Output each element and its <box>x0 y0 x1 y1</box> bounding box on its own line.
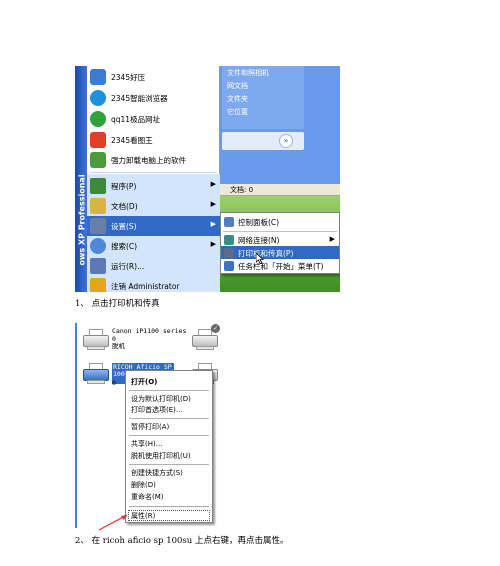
pinned-item-2345-picviewer[interactable]: 2345看图王 <box>87 130 220 150</box>
ctx-rename[interactable]: 重命名(M) <box>131 492 164 502</box>
pinned-programs: 2345好压 2345智能浏览器 qq11极品网址 2345看图王 强力卸载电脑… <box>87 66 220 170</box>
menu-item-run[interactable]: 运行(R)... <box>87 256 220 276</box>
chevron-down-icon[interactable]: » <box>279 134 293 148</box>
network-connections-icon <box>224 235 234 245</box>
printers-folder-screenshot: Canon iP1100 series 0 脱机 ✓ RICOH Aficio … <box>75 323 227 528</box>
picture-viewer-icon <box>90 132 106 148</box>
menu-item-label: 设置(S) <box>111 222 137 231</box>
ctx-sharing[interactable]: 共享(H)... <box>131 439 162 449</box>
ctx-print-preferences[interactable]: 打印首选项(E)... <box>131 405 183 415</box>
start-menu-screenshot: 文件和照相机 网文档 文件夹 它位置 » 文档: 0 ows XP Profes… <box>75 66 340 292</box>
menu-item-label: 搜索(C) <box>111 242 138 251</box>
menu-separator <box>90 172 217 173</box>
mouse-cursor-icon <box>256 253 264 264</box>
menu-separator <box>129 506 209 507</box>
run-icon <box>90 258 106 274</box>
submenu-arrow-icon: ▶ <box>210 180 216 188</box>
default-printer-check-icon: ✓ <box>211 324 220 333</box>
ctx-use-offline[interactable]: 脱机使用打印机(U) <box>131 451 191 461</box>
printer-doc-count: 0 <box>112 379 116 387</box>
start-menu: 2345好压 2345智能浏览器 qq11极品网址 2345看图王 强力卸载电脑… <box>87 66 220 292</box>
submenu-item-taskbar[interactable]: 任务栏和「开始」菜单(T) <box>221 259 339 272</box>
pinned-item-label: 2345智能浏览器 <box>111 94 168 103</box>
status-bar-text: 文档: 0 <box>230 186 254 194</box>
menu-item-label: 程序(P) <box>111 182 137 191</box>
menu-separator <box>129 435 209 436</box>
xp-branding-stripe: ows XP Professional <box>75 66 87 292</box>
submenu-item-label: 任务栏和「开始」菜单(T) <box>238 262 324 271</box>
status-bar: 文档: 0 <box>220 184 340 196</box>
submenu-arrow-icon: ▶ <box>210 220 216 228</box>
panel-link[interactable]: 它位置 <box>227 107 248 117</box>
submenu-item-printers-faxes[interactable]: 打印机和传真(P) <box>221 246 339 259</box>
pinned-item-2345-browser[interactable]: 2345智能浏览器 <box>87 88 220 108</box>
panel-link[interactable]: 网文档 <box>227 81 248 91</box>
submenu-item-label: 打印机和传真(P) <box>238 249 294 258</box>
settings-submenu: 控制面板(C) 网络连接(N) ▶ 打印机和传真(P) 任务栏和「开始」菜单(T… <box>220 212 340 274</box>
globe-icon <box>90 111 106 127</box>
xp-stripe-text: ows XP Professional <box>77 174 87 266</box>
browser-icon <box>90 90 106 106</box>
submenu-arrow-icon: ▶ <box>210 240 216 248</box>
ctx-open[interactable]: 打开(O) <box>131 377 157 387</box>
menu-item-programs[interactable]: 程序(P) ▶ <box>87 176 220 196</box>
printer-name: Canon iP1100 series <box>112 327 187 335</box>
printer-fax-icon <box>224 248 234 258</box>
pinned-item-label: 2345看图王 <box>111 136 153 145</box>
printer-icon[interactable] <box>83 329 109 351</box>
submenu-item-label: 网络连接(N) <box>238 236 280 245</box>
settings-icon <box>90 218 106 234</box>
printer-status: 脱机 <box>112 342 125 350</box>
pinned-item-uninstaller[interactable]: 强力卸载电脑上的软件 <box>87 150 220 170</box>
step-2-caption: 2、 在 ricoh aficio sp 100su 上点右键，再点击属性。 <box>75 536 289 546</box>
ctx-pause-printing[interactable]: 暂停打印(A) <box>131 422 169 432</box>
menu-item-search[interactable]: 搜索(C) ▶ <box>87 236 220 256</box>
menu-separator <box>129 464 209 465</box>
pinned-item-qq11[interactable]: qq11极品网址 <box>87 109 220 129</box>
menu-item-documents[interactable]: 文档(D) ▶ <box>87 196 220 216</box>
menu-item-label: 注销 Administrator <box>111 282 180 291</box>
submenu-item-control-panel[interactable]: 控制面板(C) <box>221 215 339 228</box>
uninstall-icon <box>90 152 106 168</box>
pinned-item-label: 2345好压 <box>111 73 146 82</box>
panel-link[interactable]: 文件和照相机 <box>227 68 269 78</box>
pinned-item-label: 强力卸载电脑上的软件 <box>111 156 186 165</box>
control-panel-icon <box>224 217 234 227</box>
classic-menu-column: 程序(P) ▶ 文档(D) ▶ 设置(S) ▶ 搜索(C) ▶ 运行(R)... <box>87 174 220 292</box>
submenu-item-network[interactable]: 网络连接(N) ▶ <box>221 233 339 246</box>
annotation-arrow-icon <box>98 514 128 531</box>
archive-icon <box>90 69 106 85</box>
submenu-arrow-icon: ▶ <box>210 200 216 208</box>
ctx-delete[interactable]: 删除(D) <box>131 480 156 490</box>
menu-item-label: 文档(D) <box>111 202 138 211</box>
menu-item-label: 运行(R)... <box>111 262 145 271</box>
pinned-item-label: qq11极品网址 <box>111 115 161 124</box>
step-1-caption: 1、 点击打印机和传真 <box>75 299 160 309</box>
search-icon <box>90 238 106 254</box>
submenu-item-label: 控制面板(C) <box>238 218 280 227</box>
menu-separator <box>129 390 209 391</box>
menu-separator <box>129 418 209 419</box>
menu-separator <box>223 231 337 232</box>
menu-item-settings[interactable]: 设置(S) ▶ <box>87 216 220 236</box>
panel-link[interactable]: 文件夹 <box>227 94 248 104</box>
printer-icon[interactable] <box>83 363 109 385</box>
logoff-icon <box>90 278 106 292</box>
context-menu: 打开(O) 设为默认打印机(D) 打印首选项(E)... 暂停打印(A) 共享(… <box>125 370 213 523</box>
submenu-arrow-icon: ▶ <box>329 235 335 243</box>
menu-item-logoff[interactable]: 注销 Administrator <box>87 276 220 292</box>
taskbar-icon <box>224 261 234 271</box>
ctx-set-default[interactable]: 设为默认打印机(D) <box>131 394 191 404</box>
ctx-create-shortcut[interactable]: 创建快捷方式(S) <box>131 468 183 478</box>
documents-icon <box>90 198 106 214</box>
window-edge <box>75 323 77 528</box>
pinned-item-2345-haozip[interactable]: 2345好压 <box>87 67 220 87</box>
programs-icon <box>90 178 106 194</box>
